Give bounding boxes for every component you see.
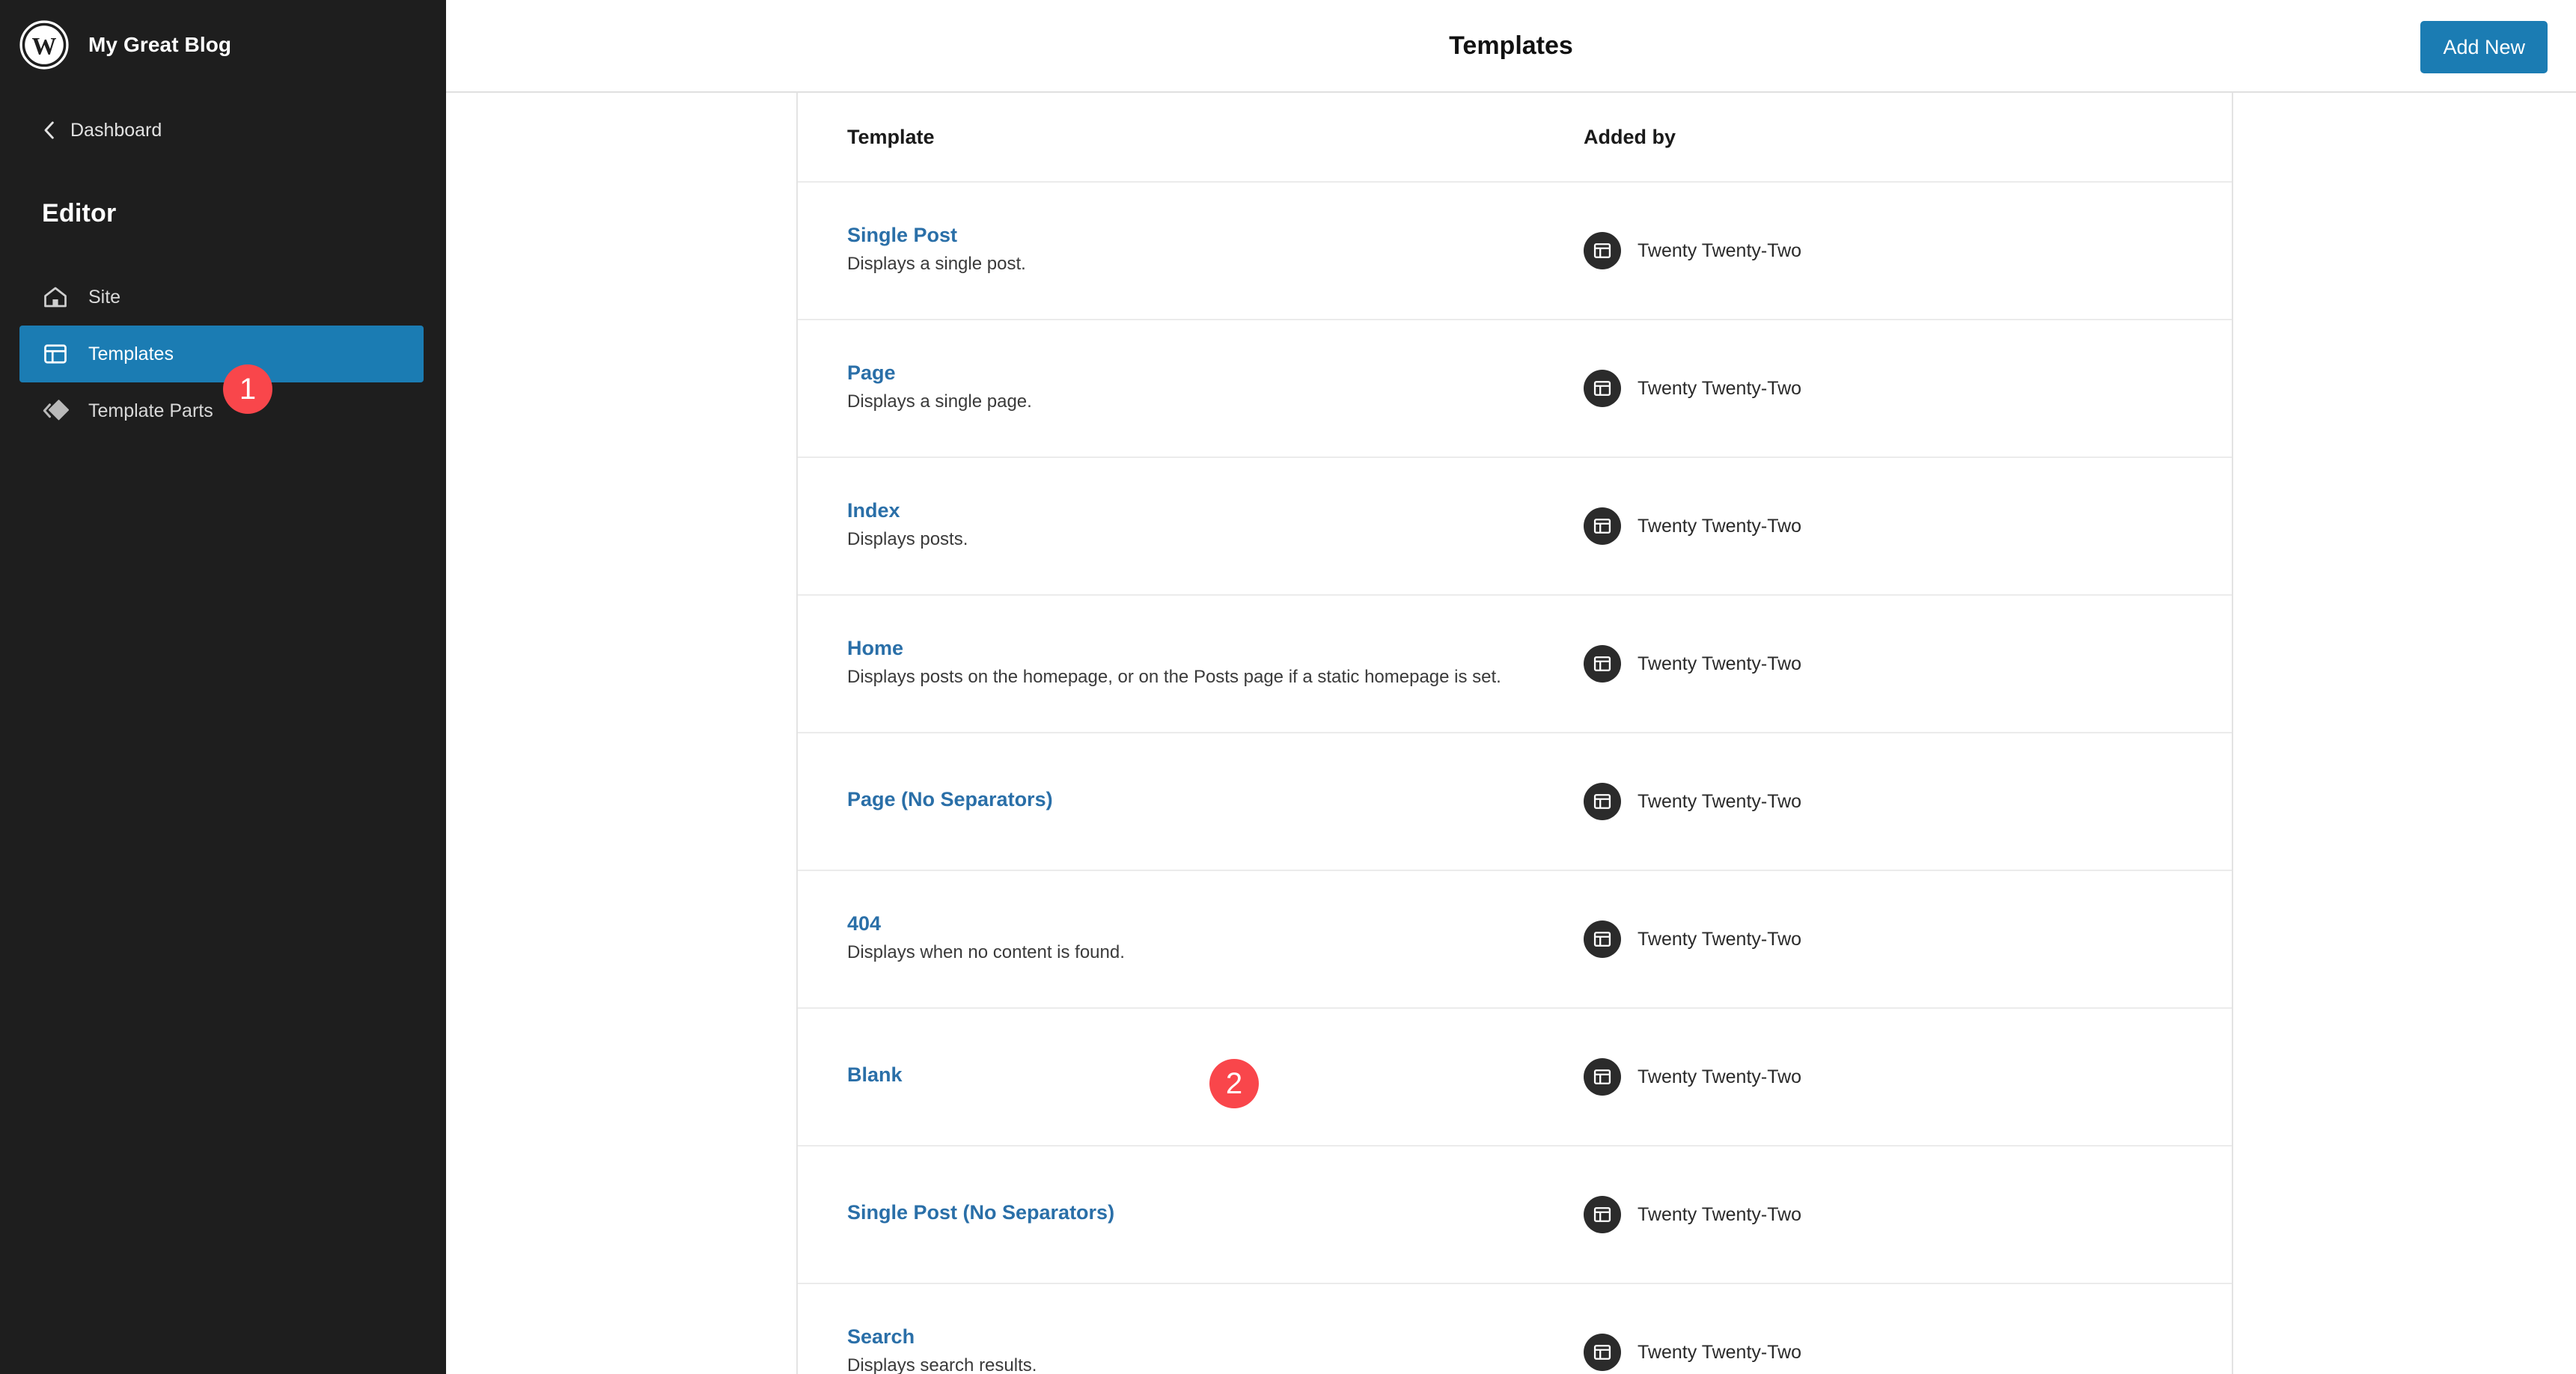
annotation-badge-2: 2: [1209, 1059, 1259, 1108]
table-header-row: Template Added by: [798, 93, 2232, 183]
author-name: Twenty Twenty-Two: [1638, 378, 1801, 400]
author-name: Twenty Twenty-Two: [1638, 1066, 1801, 1088]
table-cell-template: Single Post (No Separators): [798, 1201, 1554, 1229]
add-new-button[interactable]: Add New: [2420, 21, 2548, 73]
back-link-label: Dashboard: [70, 120, 162, 141]
page-title: Templates: [1449, 31, 1573, 61]
back-to-dashboard-link[interactable]: Dashboard: [0, 114, 446, 147]
sidebar-item-label: Templates: [88, 344, 174, 365]
column-header-label: Added by: [1584, 126, 1676, 149]
table-cell-template: Page Displays a single page.: [798, 361, 1554, 415]
sidebar-item-label: Site: [88, 287, 120, 308]
table-cell-added-by: Twenty Twenty-Two: [1554, 507, 2232, 545]
author-name: Twenty Twenty-Two: [1638, 1342, 1801, 1364]
sidebar-brand[interactable]: W My Great Blog: [0, 0, 446, 69]
table-row[interactable]: Home Displays posts on the homepage, or …: [798, 596, 2232, 733]
sidebar: W My Great Blog Dashboard Editor Site: [0, 0, 446, 1374]
table-cell-added-by: Twenty Twenty-Two: [1554, 370, 2232, 407]
table-row[interactable]: Single Post Displays a single post. Twen…: [798, 183, 2232, 320]
annotation-badge-1: 1: [223, 364, 272, 414]
table-cell-added-by: Twenty Twenty-Two: [1554, 1058, 2232, 1096]
theme-icon: [1584, 783, 1621, 820]
templates-table-wrapper: Template Added by Single Post Displays a…: [446, 93, 2576, 1374]
table-cell-added-by: Twenty Twenty-Two: [1554, 783, 2232, 820]
wordpress-logo-icon: W: [19, 20, 69, 70]
template-description: Displays a single post.: [847, 251, 1506, 277]
table-row[interactable]: Single Post (No Separators) Twenty Twent…: [798, 1146, 2232, 1284]
table-row[interactable]: Page Displays a single page. Twenty Twen…: [798, 320, 2232, 458]
table-cell-added-by: Twenty Twenty-Two: [1554, 920, 2232, 958]
table-row[interactable]: 404 Displays when no content is found. T…: [798, 871, 2232, 1009]
svg-text:W: W: [32, 33, 57, 60]
template-name-link[interactable]: 404: [847, 912, 881, 935]
chevron-left-icon: [42, 120, 57, 140]
table-cell-template: Single Post Displays a single post.: [798, 224, 1554, 277]
template-name-link[interactable]: Single Post (No Separators): [847, 1201, 1114, 1224]
author-name: Twenty Twenty-Two: [1638, 516, 1801, 537]
theme-icon: [1584, 370, 1621, 407]
sidebar-item-site[interactable]: Site: [19, 269, 424, 326]
theme-icon: [1584, 232, 1621, 269]
template-parts-icon: [42, 397, 69, 424]
template-description: Displays posts.: [847, 527, 1506, 552]
author-name: Twenty Twenty-Two: [1638, 653, 1801, 675]
table-cell-added-by: Twenty Twenty-Two: [1554, 645, 2232, 683]
author-name: Twenty Twenty-Two: [1638, 791, 1801, 813]
table-cell-added-by: Twenty Twenty-Two: [1554, 1334, 2232, 1371]
table-cell-template: Search Displays search results.: [798, 1325, 1554, 1374]
template-description: Displays when no content is found.: [847, 940, 1506, 965]
app-root: W My Great Blog Dashboard Editor Site: [0, 0, 2576, 1374]
table-cell-template: 404 Displays when no content is found.: [798, 912, 1554, 965]
column-header-label: Template: [847, 126, 935, 148]
table-row[interactable]: Page (No Separators) Twenty Twenty-Two: [798, 733, 2232, 871]
table-header-cell-added-by: Added by: [1554, 126, 2232, 149]
template-name-link[interactable]: Single Post: [847, 224, 957, 247]
table-cell-template: Blank: [798, 1063, 1554, 1091]
table-cell-added-by: Twenty Twenty-Two: [1554, 232, 2232, 269]
theme-icon: [1584, 1196, 1621, 1233]
theme-icon: [1584, 920, 1621, 958]
table-cell-template: Home Displays posts on the homepage, or …: [798, 637, 1554, 690]
table-row[interactable]: Index Displays posts. Twenty Twenty-Two: [798, 458, 2232, 596]
table-row[interactable]: Search Displays search results. Twenty T…: [798, 1284, 2232, 1374]
theme-icon: [1584, 1334, 1621, 1371]
template-description: Displays posts on the homepage, or on th…: [847, 665, 1506, 690]
author-name: Twenty Twenty-Two: [1638, 1204, 1801, 1226]
template-name-link[interactable]: Page (No Separators): [847, 788, 1053, 811]
template-name-link[interactable]: Search: [847, 1325, 915, 1349]
home-icon: [42, 284, 69, 311]
table-header-cell-template: Template: [798, 126, 1554, 149]
sidebar-nav: Site Templates Template Parts: [0, 269, 446, 439]
theme-icon: [1584, 1058, 1621, 1096]
templates-table: Template Added by Single Post Displays a…: [796, 93, 2233, 1374]
template-description: Displays search results.: [847, 1353, 1506, 1374]
theme-icon: [1584, 645, 1621, 683]
sidebar-item-template-parts[interactable]: Template Parts: [19, 382, 424, 439]
theme-icon: [1584, 507, 1621, 545]
sidebar-item-label: Template Parts: [88, 400, 213, 422]
template-description: Displays a single page.: [847, 389, 1506, 415]
table-row-blank[interactable]: Blank Twenty Twenty-Two: [798, 1009, 2232, 1146]
table-cell-template: Page (No Separators): [798, 788, 1554, 816]
template-name-link[interactable]: Blank: [847, 1063, 903, 1087]
site-title: My Great Blog: [88, 33, 231, 57]
table-cell-template: Index Displays posts.: [798, 499, 1554, 552]
template-layout-icon: [42, 341, 69, 367]
editor-section-heading: Editor: [0, 199, 446, 228]
template-name-link[interactable]: Page: [847, 361, 896, 385]
template-name-link[interactable]: Home: [847, 637, 903, 660]
template-name-link[interactable]: Index: [847, 499, 900, 522]
page-header: Templates Add New: [446, 0, 2576, 93]
author-name: Twenty Twenty-Two: [1638, 929, 1801, 950]
main-content: Templates Add New Template Added by Sing…: [446, 0, 2576, 1374]
sidebar-item-templates[interactable]: Templates: [19, 326, 424, 382]
author-name: Twenty Twenty-Two: [1638, 240, 1801, 262]
table-cell-added-by: Twenty Twenty-Two: [1554, 1196, 2232, 1233]
